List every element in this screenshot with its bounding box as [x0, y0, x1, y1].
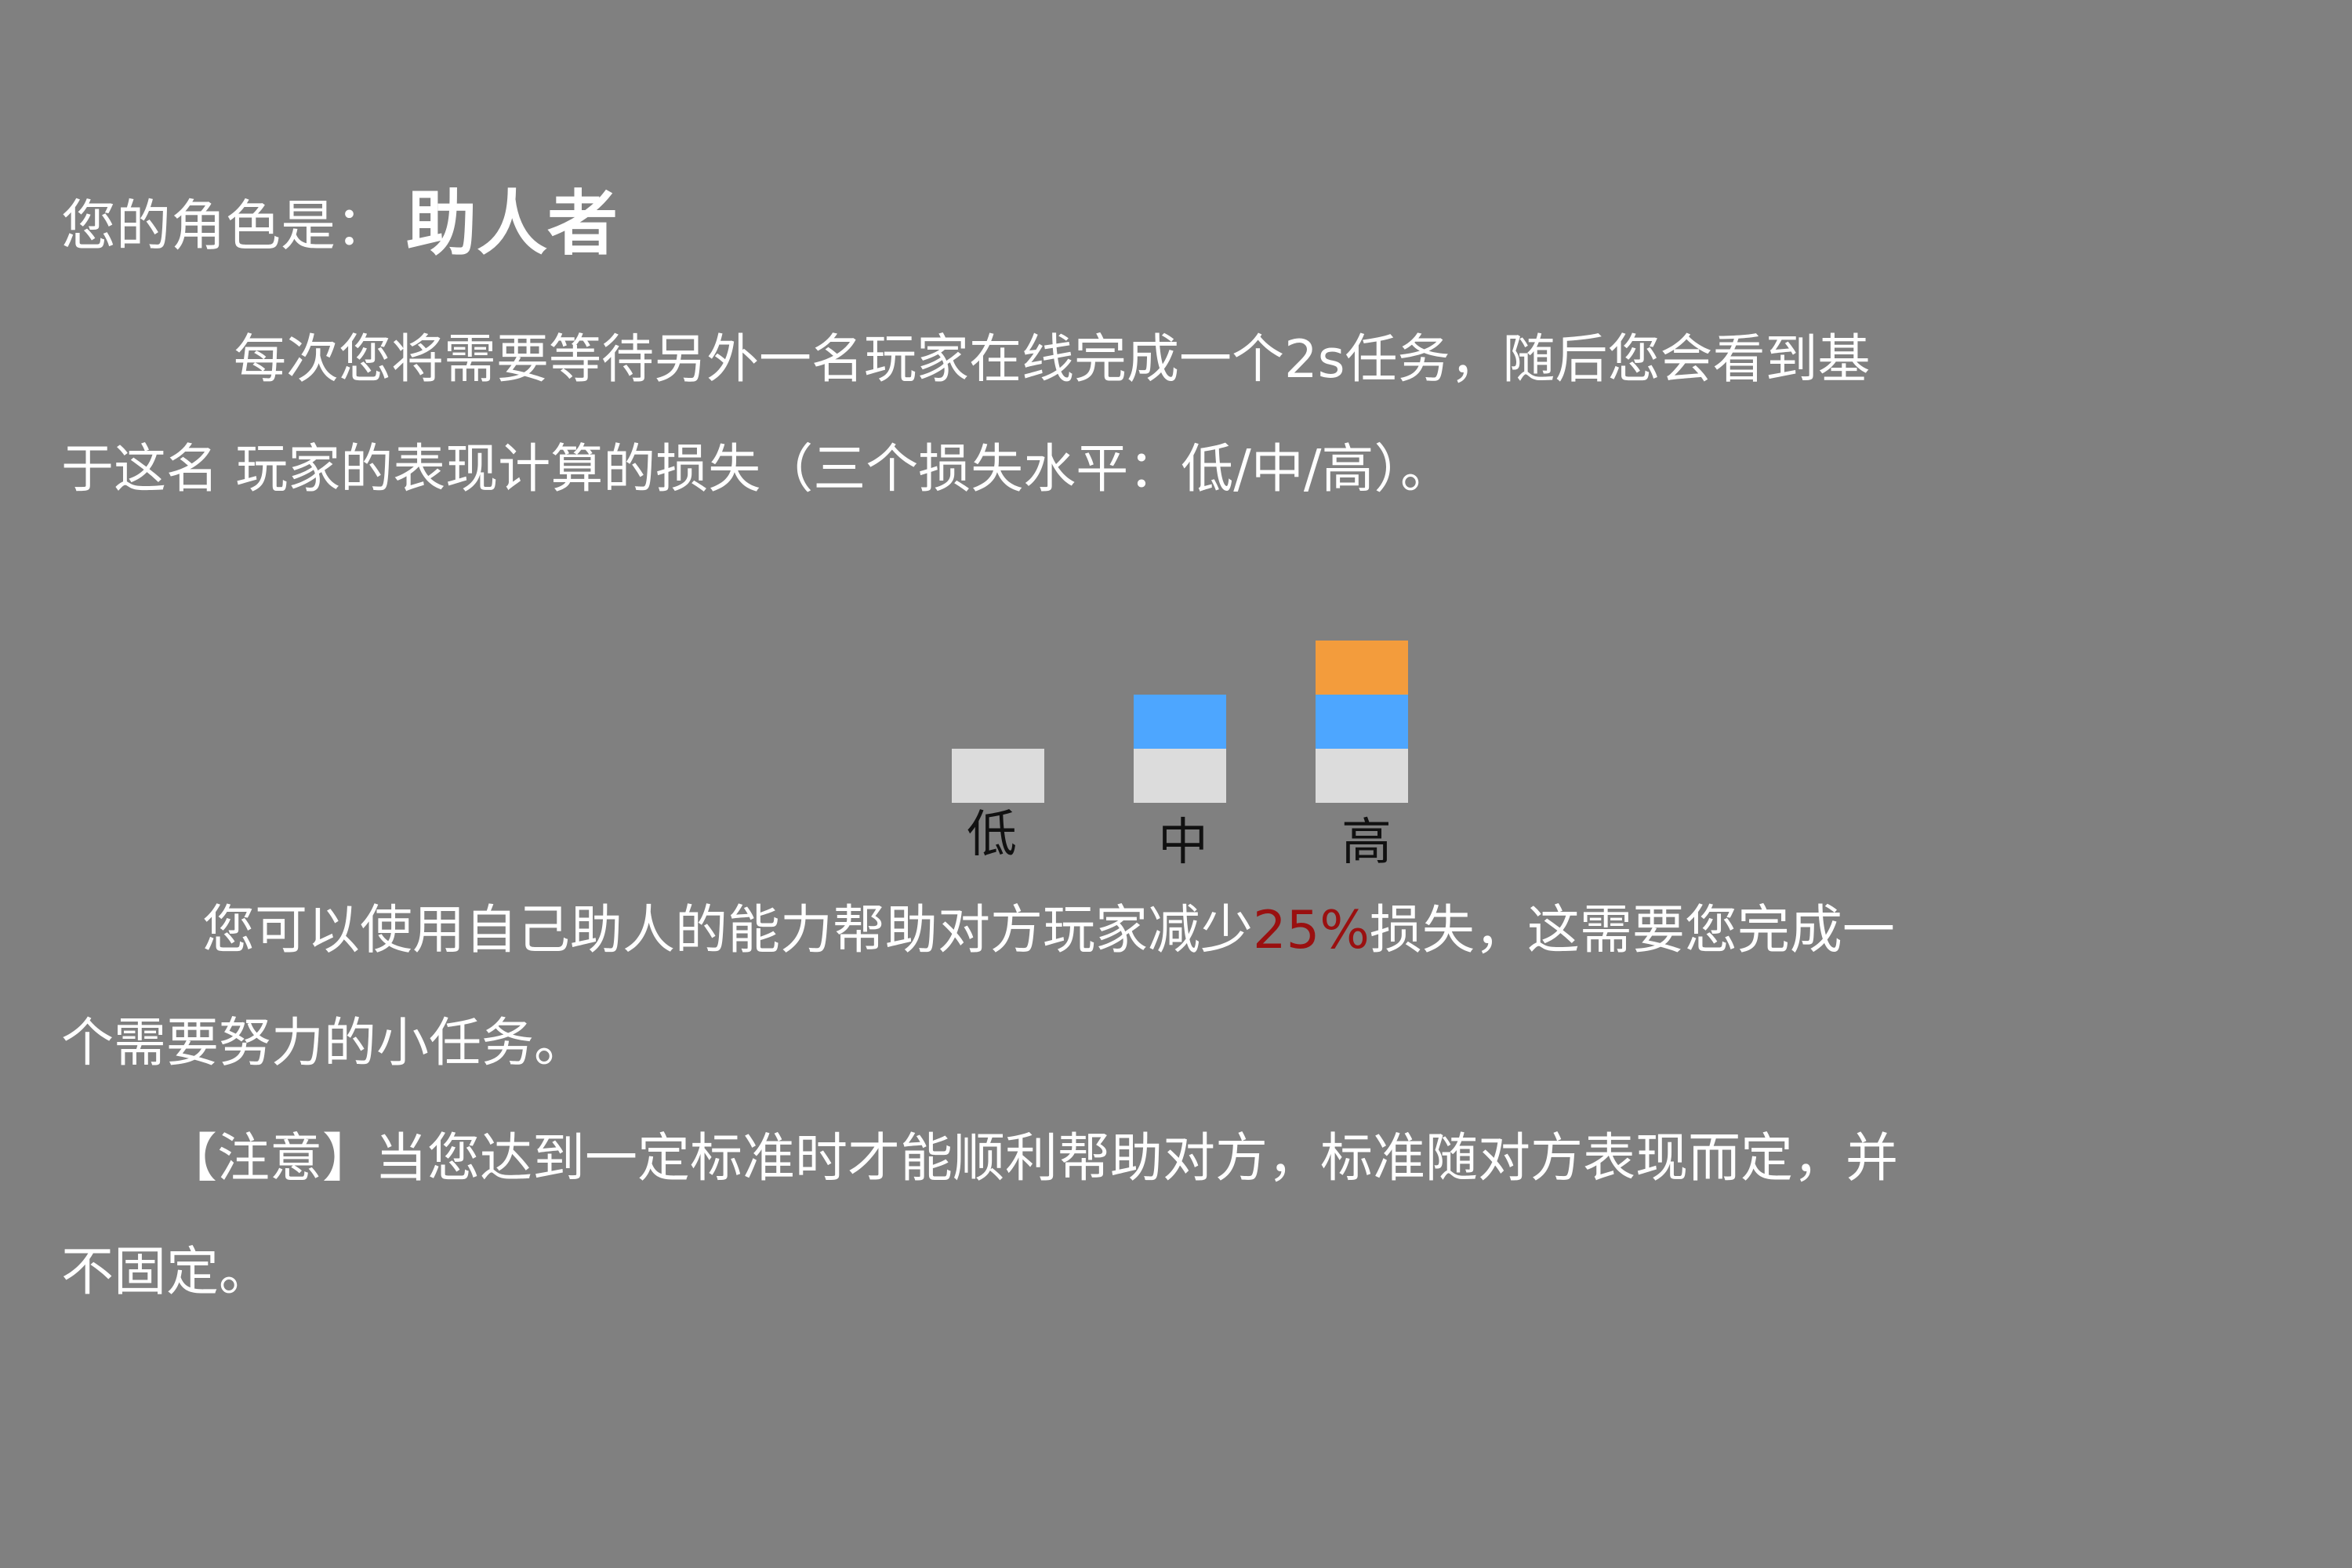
note-paragraph-line-1: 【注意】当您达到一定标准时才能顺利帮助对方，标准随对方表现而定，并 — [165, 1127, 1898, 1189]
help-paragraph-line-2: 个需要努力的小任务。 — [61, 1012, 586, 1073]
help-text-pre: 您可以使用自己助人的能力帮助对方玩家减少 — [202, 899, 1253, 960]
help-highlight-percent: 25% — [1253, 899, 1370, 960]
help-paragraph-line-1: 您可以使用自己助人的能力帮助对方玩家减少25%损失，这需要您完成一 — [202, 898, 1895, 961]
role-title: 您的角色是： 助人者 — [61, 189, 618, 260]
high-bar-top — [1316, 641, 1408, 695]
low-label: 低 — [967, 806, 1017, 864]
high-bar-middle — [1316, 695, 1408, 749]
low-bar-base — [952, 749, 1044, 803]
intro-paragraph-line-1: 每次您将需要等待另外一名玩家在线完成一个2s任务，随后您会看到基 — [234, 328, 1871, 390]
role-prefix: 您的角色是： — [61, 194, 390, 258]
role-name: 助人者 — [406, 183, 618, 265]
mid-bar-top — [1134, 695, 1226, 749]
mid-bar-base — [1134, 749, 1226, 803]
high-bar-base — [1316, 749, 1408, 803]
mid-label: 中 — [1158, 814, 1208, 872]
intro-paragraph-line-2: 于这名 玩家的表现计算的损失（三个损失水平：低/中/高）。 — [61, 438, 1453, 499]
high-label: 高 — [1341, 814, 1392, 872]
note-paragraph-line-2: 不固定。 — [61, 1241, 271, 1302]
help-text-post: 损失，这需要您完成一 — [1369, 899, 1895, 960]
